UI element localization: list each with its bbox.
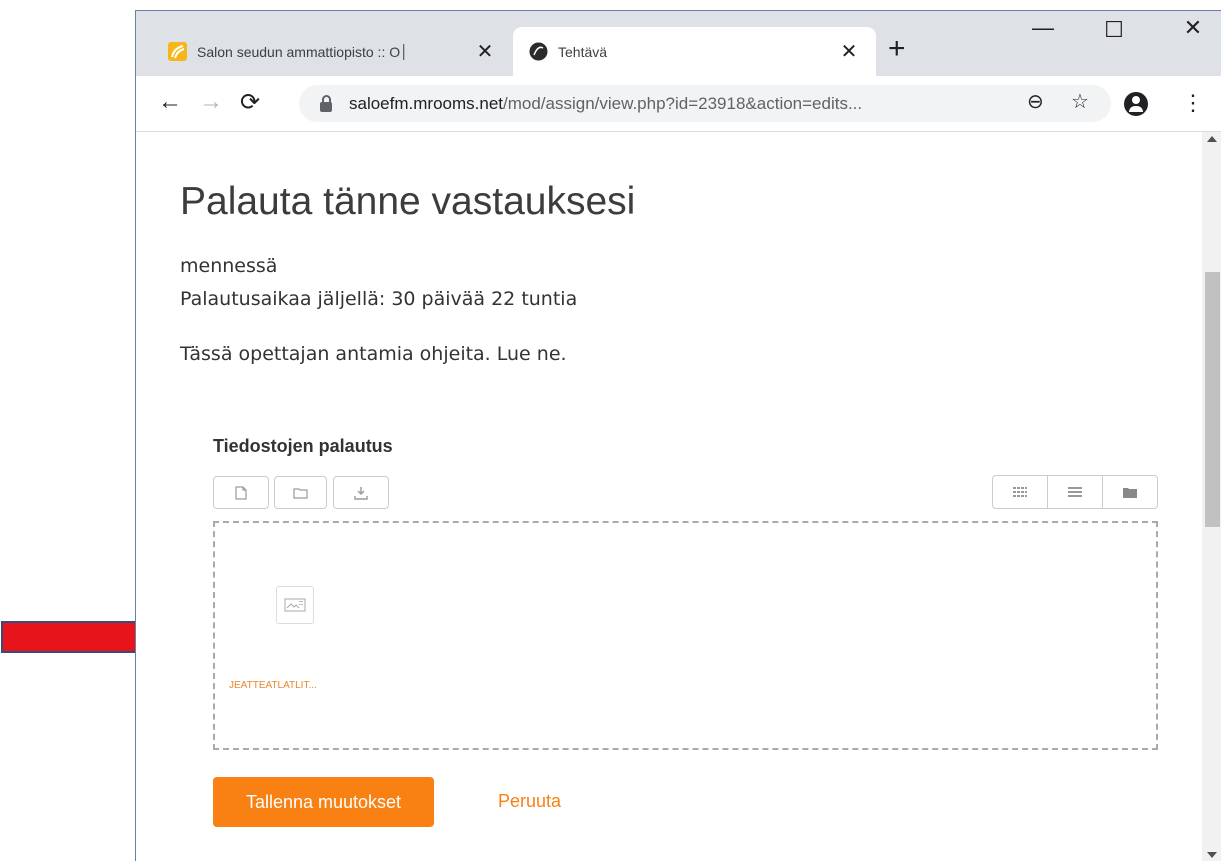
- time-remaining-text: Palautusaikaa jäljellä: 30 päivää 22 tun…: [180, 288, 578, 310]
- url-host: saloefm.mrooms.net: [349, 93, 503, 113]
- star-icon[interactable]: ☆: [1071, 89, 1089, 114]
- file-thumbnail[interactable]: [276, 586, 314, 624]
- browser-toolbar: ← → ⟳ saloefm.mrooms.net/mod/assign/view…: [136, 76, 1221, 132]
- page-viewport: Palauta tänne vastauksesi mennessä Palau…: [136, 132, 1202, 861]
- save-changes-button[interactable]: Tallenna muutokset: [213, 777, 434, 827]
- address-bar[interactable]: saloefm.mrooms.net/mod/assign/view.php?i…: [299, 85, 1111, 122]
- back-icon[interactable]: ←: [158, 88, 182, 116]
- close-icon[interactable]: ✕: [474, 39, 496, 64]
- reload-icon[interactable]: ⟳: [240, 88, 260, 117]
- site-logo-icon: [529, 42, 548, 61]
- browser-window: Salon seudun ammattiopisto :: O│ ✕ Tehtä…: [135, 10, 1221, 861]
- tab-tehtava[interactable]: Tehtävä ✕: [513, 27, 876, 76]
- vertical-scrollbar[interactable]: [1202, 132, 1221, 861]
- new-tab-icon[interactable]: +: [888, 32, 906, 66]
- maximize-icon[interactable]: ☐: [1091, 17, 1137, 43]
- icon-view-button[interactable]: [993, 476, 1048, 508]
- kebab-menu-icon[interactable]: ⋮: [1182, 90, 1204, 116]
- file-icon: [235, 485, 247, 500]
- lock-icon: [320, 94, 332, 112]
- folder-icon: [293, 487, 308, 499]
- file-drop-zone[interactable]: JEATTEATLATLIT...: [213, 521, 1158, 750]
- view-switcher: [992, 475, 1158, 509]
- saloon-logo-icon: [168, 42, 187, 61]
- list-view-button[interactable]: [1048, 476, 1103, 508]
- file-submission-label: Tiedostojen palautus: [213, 436, 393, 456]
- scroll-thumb[interactable]: [1205, 272, 1220, 527]
- create-folder-button[interactable]: [274, 476, 327, 509]
- zoom-icon[interactable]: ⊖: [1027, 89, 1044, 114]
- tab-strip: Salon seudun ammattiopisto :: O│ ✕ Tehtä…: [136, 11, 1221, 76]
- minimize-icon[interactable]: —: [1020, 15, 1066, 41]
- window-close-icon[interactable]: ✕: [1170, 15, 1216, 41]
- file-name[interactable]: JEATTEATLATLIT...: [229, 680, 317, 691]
- download-all-button[interactable]: [333, 476, 389, 509]
- instructions-text: Tässä opettajan antamia ohjeita. Lue ne.: [180, 343, 567, 365]
- due-date-text: mennessä: [180, 255, 278, 277]
- download-icon: [354, 486, 368, 500]
- cancel-link[interactable]: Peruuta: [498, 791, 561, 812]
- list-icon: [1068, 487, 1082, 497]
- tab-title: Tehtävä: [558, 43, 608, 60]
- url-path: /mod/assign/view.php?id=23918&action=edi…: [503, 93, 863, 113]
- close-icon[interactable]: ✕: [838, 39, 860, 64]
- page-title: Palauta tänne vastauksesi: [180, 180, 636, 223]
- image-file-icon: [284, 598, 306, 612]
- tab-title: Salon seudun ammattiopisto :: O│: [197, 43, 409, 60]
- scroll-down-arrow[interactable]: [1207, 852, 1217, 858]
- grid-icon: [1013, 487, 1027, 497]
- tab-salon-seudun[interactable]: Salon seudun ammattiopisto :: O│ ✕: [152, 27, 512, 76]
- forward-icon[interactable]: →: [199, 88, 223, 116]
- profile-icon[interactable]: [1124, 92, 1148, 116]
- folder-icon: [1123, 487, 1137, 498]
- add-file-button[interactable]: [213, 476, 269, 509]
- scroll-up-arrow[interactable]: [1207, 136, 1217, 142]
- tree-view-button[interactable]: [1103, 476, 1157, 508]
